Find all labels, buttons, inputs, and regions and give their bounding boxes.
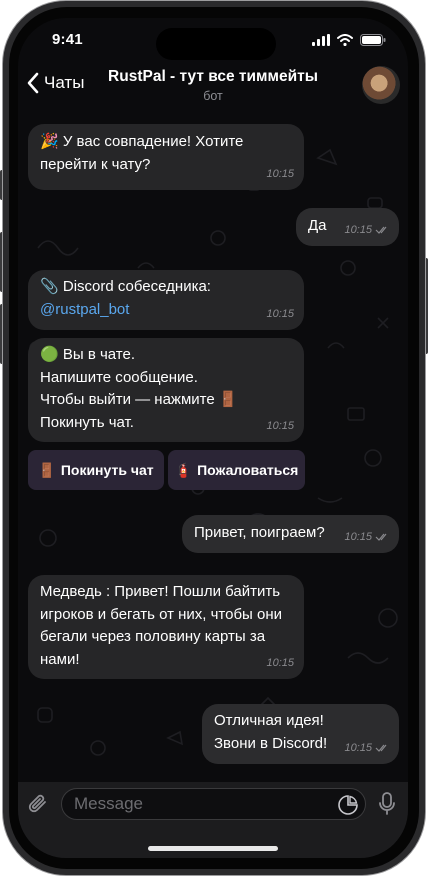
- message-time: 10:15: [266, 307, 294, 320]
- dynamic-island: [156, 28, 276, 60]
- extinguisher-icon: 🧯: [174, 461, 193, 478]
- chat-subtitle: бот: [203, 89, 223, 103]
- incoming-message: Медведь : Привет! Пошли байтить игроков …: [28, 575, 304, 679]
- message-input-bar: [18, 782, 408, 858]
- message-text: 🟢 Вы в чате. Напишите сообщение. Чтобы в…: [40, 346, 238, 431]
- microphone-icon: [379, 792, 395, 815]
- microphone-button[interactable]: [378, 792, 396, 821]
- party-popper-emoji: 🎉: [40, 133, 59, 150]
- chat-screen: 9:41 Чаты RustPal - тут все тиммейты бот…: [18, 18, 408, 858]
- double-check-icon: [375, 226, 387, 234]
- discord-username-link[interactable]: @rustpal_bot: [40, 299, 292, 322]
- double-check-icon: [375, 533, 387, 541]
- paperclip-emoji: 📎: [40, 278, 59, 295]
- message-time: 10:15: [344, 526, 389, 549]
- signal-icon: [312, 34, 330, 46]
- incoming-message: 📎 Discord собеседника: @rustpal_bot 10:1…: [28, 270, 304, 330]
- door-icon: 🚪: [38, 461, 56, 478]
- message-time: 10:15: [344, 737, 389, 760]
- message-text: Медведь : Привет! Пошли байтить игроков …: [40, 583, 283, 668]
- paperclip-icon: [28, 794, 46, 813]
- message-input[interactable]: [61, 788, 366, 820]
- outgoing-message: Привет, поиграем? 10:15: [182, 515, 399, 553]
- message-text: 📎 Discord собеседника:: [40, 278, 211, 295]
- attach-button[interactable]: [28, 792, 50, 821]
- status-icons: [312, 34, 386, 46]
- back-label: Чаты: [44, 73, 85, 92]
- sticker-button[interactable]: [338, 795, 358, 820]
- leave-chat-label: Покинуть чат: [60, 462, 154, 478]
- outgoing-message: Отличная идея! Звони в Discord! 10:15: [202, 704, 399, 764]
- status-time: 9:41: [52, 31, 83, 48]
- battery-icon: [360, 34, 386, 46]
- chat-title: RustPal - тут все тиммейты: [108, 68, 318, 85]
- chevron-left-icon: [27, 72, 39, 94]
- report-button[interactable]: 🧯 Пожаловаться: [168, 450, 305, 490]
- message-time: 10:15: [344, 219, 389, 242]
- message-text: 🎉 У вас совпадение! Хотите перейти к чат…: [40, 133, 244, 173]
- report-label: Пожаловаться: [197, 462, 299, 478]
- sticker-icon: [338, 795, 358, 815]
- double-check-icon: [375, 744, 387, 752]
- outgoing-message: Да 10:15: [296, 208, 399, 246]
- wifi-icon: [337, 34, 353, 46]
- incoming-message: 🟢 Вы в чате. Напишите сообщение. Чтобы в…: [28, 338, 304, 442]
- back-button[interactable]: Чаты: [26, 72, 84, 94]
- avatar[interactable]: [362, 66, 400, 104]
- chat-header: Чаты RustPal - тут все тиммейты бот: [18, 64, 408, 124]
- status-bar: 9:41: [18, 18, 408, 64]
- green-circle-emoji: 🟢: [40, 346, 59, 363]
- message-time: 10:15: [266, 167, 294, 180]
- message-time: 10:15: [266, 419, 294, 432]
- home-indicator[interactable]: [148, 846, 278, 851]
- message-time: 10:15: [266, 656, 294, 669]
- chat-title-area[interactable]: RustPal - тут все тиммейты бот: [98, 68, 328, 103]
- incoming-message: 🎉 У вас совпадение! Хотите перейти к чат…: [28, 124, 304, 190]
- leave-chat-button[interactable]: 🚪 Покинуть чат: [28, 450, 164, 490]
